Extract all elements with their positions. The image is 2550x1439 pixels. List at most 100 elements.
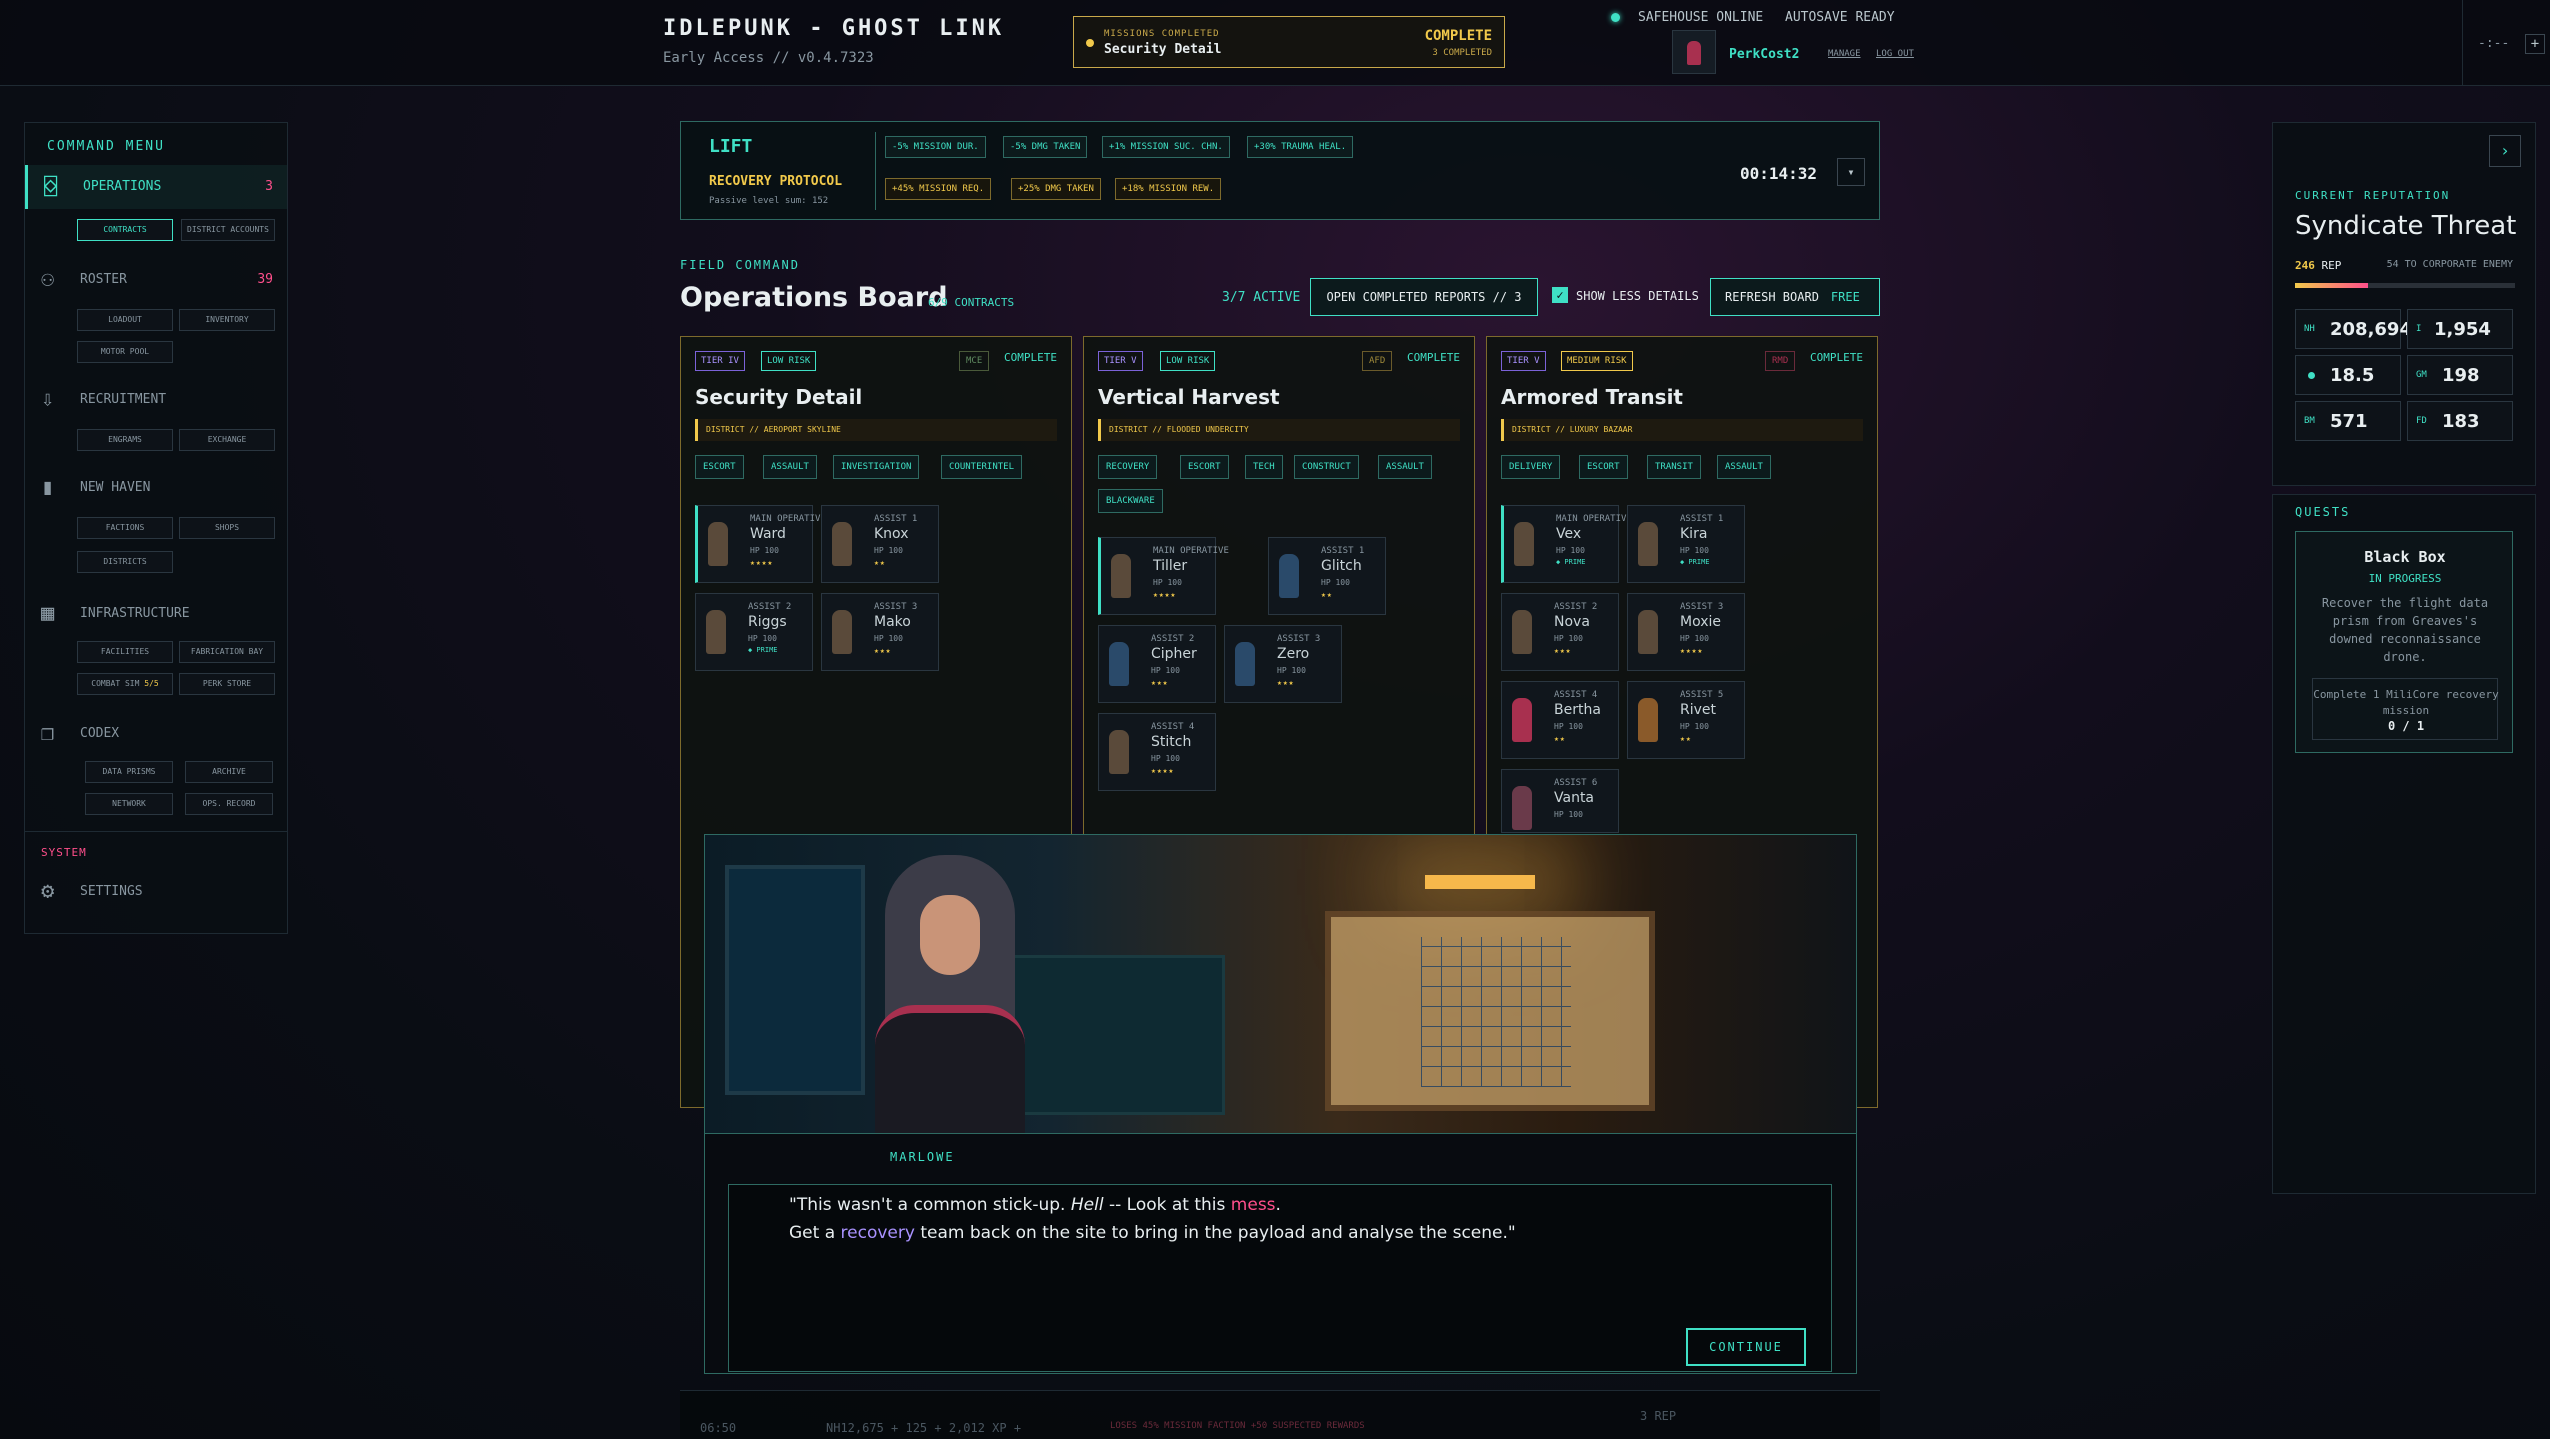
sidebar-item-codex[interactable]: ❐ CODEX [25, 713, 287, 753]
sub-motor-pool[interactable]: MOTOR POOL [77, 341, 173, 363]
status-badge: COMPLETE [1407, 351, 1460, 364]
operative-slot[interactable]: ASSIST 3 Mako HP 100 ★★★ [821, 593, 939, 671]
prime-badge: ◆ PRIME [748, 646, 778, 654]
dialog-line-1: "This wasn't a common stick-up. Hell -- … [789, 1195, 1281, 1215]
sub-perk-store[interactable]: PERK STORE [179, 673, 275, 695]
operative-name: Cipher [1151, 646, 1197, 662]
operative-slot[interactable]: ASSIST 3 Moxie HP 100 ★★★★ [1627, 593, 1745, 671]
boost-divider [875, 132, 876, 210]
scene-map-grid [1421, 937, 1571, 1087]
status-badge: COMPLETE [1004, 351, 1057, 364]
version-label: Early Access // v0.4.7323 [663, 50, 874, 66]
sidebar-item-recruitment[interactable]: ⇩ RECRUITMENT [25, 379, 287, 419]
stat-bm: BM 571 [2295, 401, 2401, 441]
sub-archive[interactable]: ARCHIVE [185, 761, 273, 783]
passive-level-sum: Passive level sum: 152 [709, 196, 829, 206]
sub-data-prisms[interactable]: DATA PRISMS [85, 761, 173, 783]
missions-completed-toast[interactable]: MISSIONS COMPLETED Security Detail COMPL… [1073, 16, 1505, 68]
status-badge: COMPLETE [1810, 351, 1863, 364]
operative-slot[interactable]: ASSIST 6 Vanta HP 100 [1501, 769, 1619, 833]
operative-name: Stitch [1151, 734, 1192, 750]
quest-card[interactable]: Black Box IN PROGRESS Recover the flight… [2295, 531, 2513, 753]
operative-slot[interactable]: ASSIST 2 Cipher HP 100 ★★★ [1098, 625, 1216, 703]
reputation-progress [2295, 283, 2515, 288]
operative-stars: ★★★ [874, 646, 892, 655]
sub-ops-record[interactable]: OPS. RECORD [185, 793, 273, 815]
operative-role: ASSIST 1 [1680, 514, 1724, 524]
operative-slot[interactable]: ASSIST 5 Rivet HP 100 ★★ [1627, 681, 1745, 759]
operative-slot[interactable]: MAIN OPERATIVE Tiller HP 100 ★★★★ [1098, 537, 1229, 615]
operative-stars: ★★ [1554, 734, 1566, 743]
sub-districts[interactable]: DISTRICTS [77, 551, 173, 573]
refresh-cost: FREE [1830, 290, 1860, 304]
field-command-kicker: FIELD COMMAND [680, 258, 800, 272]
reputation-label: CURRENT REPUTATION [2295, 189, 2451, 202]
sidebar-item-settings[interactable]: ⚙ SETTINGS [25, 871, 287, 911]
prime-badge: ◆ PRIME [1556, 558, 1586, 566]
sub-contracts[interactable]: CONTRACTS [77, 219, 173, 241]
continue-button[interactable]: CONTINUE [1686, 1328, 1806, 1366]
operative-slot[interactable]: ASSIST 2 Nova HP 100 ★★★ [1501, 593, 1619, 671]
avatar[interactable] [1672, 30, 1716, 74]
game-title: IDLEPUNK - GHOST LINK [663, 16, 1005, 41]
sub-exchange[interactable]: EXCHANGE [179, 429, 275, 451]
chevron-down-icon[interactable]: ▾ [1837, 158, 1865, 186]
show-less-details-checkbox[interactable]: ✓ [1552, 287, 1568, 303]
open-reports-button[interactable]: OPEN COMPLETED REPORTS // 3 [1310, 278, 1538, 316]
quest-title: Black Box [2364, 548, 2446, 566]
quests-label: QUESTS [2295, 505, 2351, 519]
sub-district-accounts[interactable]: DISTRICT ACCOUNTS [181, 219, 275, 241]
team-icon: ⚇ [41, 267, 55, 292]
tier-badge: TIER V [1501, 351, 1546, 371]
operative-slot[interactable]: MAIN OPERATIVE Vex HP 100 ◆ PRIME [1501, 505, 1632, 583]
chevron-right-icon[interactable]: › [2489, 135, 2521, 167]
quest-task-text: Complete 1 MiliCore recovery mission [2313, 688, 2499, 717]
sub-factions[interactable]: FACTIONS [77, 517, 173, 539]
sub-shops[interactable]: SHOPS [179, 517, 275, 539]
command-menu: COMMAND MENU ⌺ OPERATIONS 3 CONTRACTS DI… [24, 122, 288, 934]
operative-name: Mako [874, 614, 911, 630]
operative-slot[interactable]: ASSIST 1 Knox HP 100 ★★ [821, 505, 939, 583]
dialog-text: -- Look at this [1103, 1195, 1231, 1215]
lift-title: LIFT [709, 136, 753, 157]
sub-network[interactable]: NETWORK [85, 793, 173, 815]
mission-title: Vertical Harvest [1098, 385, 1280, 409]
role-tag: ESCORT [695, 455, 744, 479]
operative-slot[interactable]: ASSIST 4 Bertha HP 100 ★★ [1501, 681, 1619, 759]
operative-slot[interactable]: ASSIST 3 Zero HP 100 ★★★ [1224, 625, 1342, 703]
sidebar-item-label: OPERATIONS [83, 179, 162, 194]
operative-slot[interactable]: ASSIST 2 Riggs HP 100 ◆ PRIME [695, 593, 813, 671]
show-less-details-label: SHOW LESS DETAILS [1576, 289, 1699, 303]
manage-link[interactable]: MANAGE [1828, 49, 1861, 59]
command-menu-title: COMMAND MENU [47, 139, 165, 154]
refresh-board-button[interactable]: REFRESH BOARD FREE [1710, 278, 1880, 316]
plus-button[interactable]: + [2525, 34, 2545, 54]
sub-fabrication-bay[interactable]: FABRICATION BAY [179, 641, 275, 663]
operative-hp: HP 100 [1680, 546, 1709, 555]
operative-slot[interactable]: ASSIST 4 Stitch HP 100 ★★★★ [1098, 713, 1216, 791]
sub-combat-sim[interactable]: COMBAT SIM 5/5 [77, 673, 173, 695]
toast-count: 3 COMPLETED [1432, 48, 1492, 58]
operative-role: ASSIST 3 [1277, 634, 1321, 644]
top-bar: IDLEPUNK - GHOST LINK Early Access // v0… [0, 0, 2550, 86]
building-icon: ▦ [41, 601, 55, 626]
role-tag: BLACKWARE [1098, 489, 1163, 513]
dialog-emphasis: Hell [1070, 1195, 1104, 1215]
sidebar-item-operations[interactable]: ⌺ OPERATIONS 3 [25, 165, 287, 209]
scene-lamp [1425, 875, 1535, 889]
sidebar-item-new-haven[interactable]: ▮ NEW HAVEN [25, 467, 287, 507]
sub-facilities[interactable]: FACILITIES [77, 641, 173, 663]
sub-loadout[interactable]: LOADOUT [77, 309, 173, 331]
logout-link[interactable]: LOG OUT [1876, 49, 1914, 59]
sidebar-item-infrastructure[interactable]: ▦ INFRASTRUCTURE [25, 593, 287, 633]
operative-stars: ★★★ [1554, 646, 1572, 655]
operative-slot[interactable]: ASSIST 1 Kira HP 100 ◆ PRIME [1627, 505, 1745, 583]
role-tag: ASSAULT [1717, 455, 1771, 479]
operative-role: MAIN OPERATIVE [750, 514, 826, 524]
sidebar-item-roster[interactable]: ⚇ ROSTER 39 [25, 259, 287, 299]
sub-engrams[interactable]: ENGRAMS [77, 429, 173, 451]
operative-slot[interactable]: MAIN OPERATIVE Ward HP 100 ★★★★ [695, 505, 826, 583]
sub-inventory[interactable]: INVENTORY [179, 309, 275, 331]
lower-duration: 06:50 [700, 1421, 737, 1435]
operative-slot[interactable]: ASSIST 1 Glitch HP 100 ★★ [1268, 537, 1386, 615]
